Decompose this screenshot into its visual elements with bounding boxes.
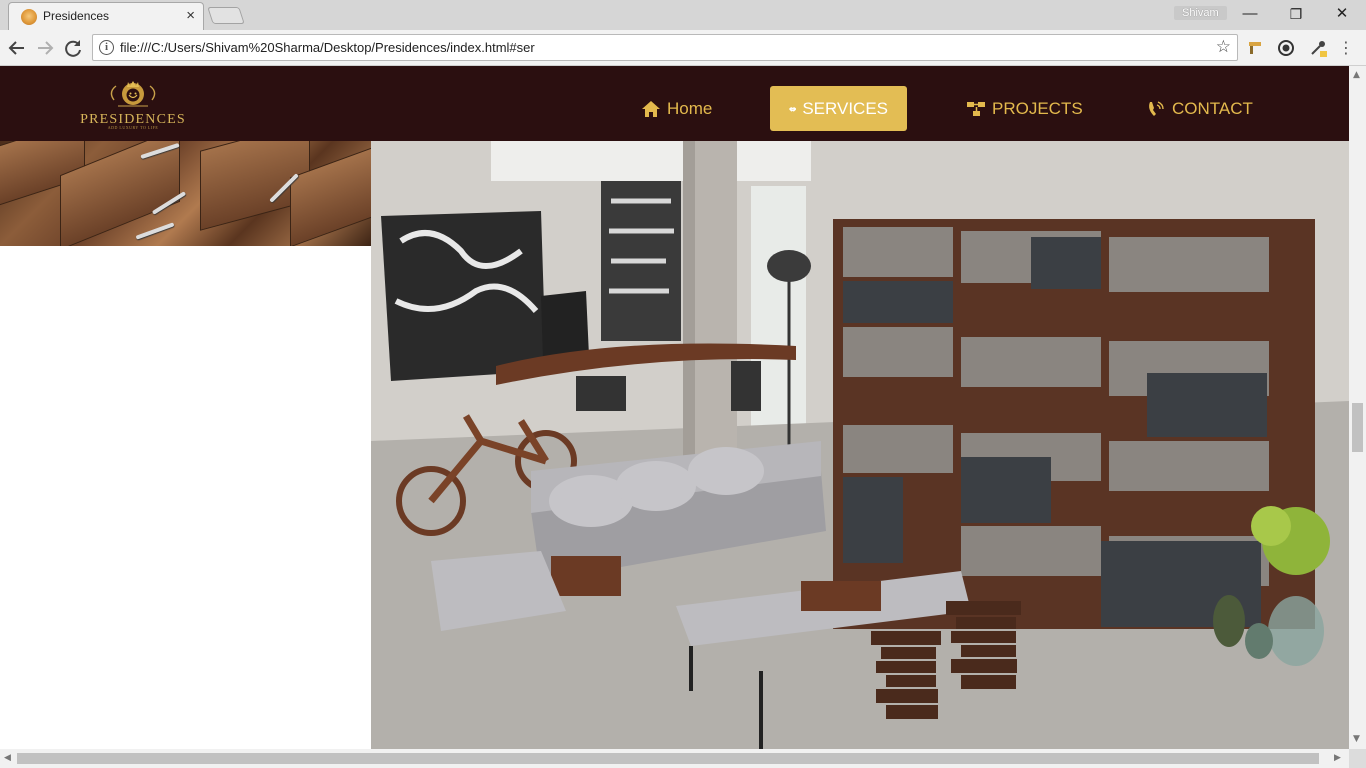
profile-button[interactable]: Shivam: [1174, 6, 1227, 20]
extension-pin-icon[interactable]: [1245, 38, 1265, 58]
sitemap-icon: [967, 101, 985, 116]
bookmark-star-icon[interactable]: ☆: [1216, 37, 1231, 57]
nav-home[interactable]: Home: [641, 86, 712, 131]
back-arrow-icon: [8, 41, 24, 55]
nav-contact-label: CONTACT: [1172, 98, 1253, 118]
horizontal-scrollbar[interactable]: ◀ ▶: [0, 749, 1349, 768]
lion-crest-icon: [110, 81, 156, 107]
close-window-button[interactable]: ✕: [1322, 3, 1362, 25]
vertical-scrollbar[interactable]: ▲ ▼: [1349, 66, 1366, 749]
horizontal-scroll-thumb[interactable]: [17, 753, 1319, 764]
tab-title: Presidences: [43, 9, 110, 23]
scrollbar-corner: [1349, 749, 1366, 768]
url-text[interactable]: file:///C:/Users/Shivam%20Sharma/Desktop…: [120, 40, 535, 55]
loft-living-room-photo: [371, 141, 1349, 749]
nav-services-label: SERVICES: [802, 98, 888, 118]
site-logo[interactable]: PRESIDENCES ADD LUXURY TO LIFE: [66, 78, 200, 130]
scroll-down-arrow-icon[interactable]: ▼: [1353, 734, 1360, 744]
back-button[interactable]: [5, 36, 29, 60]
new-tab-button[interactable]: [207, 7, 245, 24]
address-bar[interactable]: i file:///C:/Users/Shivam%20Sharma/Deskt…: [92, 34, 1238, 61]
left-column: [0, 141, 371, 749]
scroll-left-arrow-icon[interactable]: ◀: [4, 753, 11, 763]
browser-menu-icon[interactable]: ⋮: [1338, 36, 1354, 60]
nav-contact[interactable]: CONTACT: [1146, 86, 1253, 131]
logo-tagline: ADD LUXURY TO LIFE: [107, 125, 159, 130]
reload-button[interactable]: [61, 36, 85, 60]
nav-home-label: Home: [667, 98, 713, 118]
page-viewport: PRESIDENCES ADD LUXURY TO LIFE Home SERV…: [0, 66, 1349, 749]
nav-projects-label: PROJECTS: [992, 98, 1083, 118]
forward-button[interactable]: [33, 36, 57, 60]
browser-toolbar: i file:///C:/Users/Shivam%20Sharma/Deskt…: [0, 30, 1366, 66]
hero-illustration: [371, 141, 1349, 749]
site-header: PRESIDENCES ADD LUXURY TO LIFE Home SERV…: [0, 66, 1349, 141]
extension-eyedropper-icon[interactable]: [1308, 38, 1328, 58]
home-icon: [642, 100, 660, 117]
forward-arrow-icon: [38, 41, 54, 55]
tab-close-icon[interactable]: ×: [186, 7, 195, 25]
browser-tab[interactable]: Presidences ×: [8, 2, 204, 30]
scroll-right-arrow-icon[interactable]: ▶: [1334, 753, 1341, 763]
restore-button[interactable]: ❐: [1276, 3, 1316, 25]
browser-tabstrip: Presidences × Shivam — ❐ ✕: [0, 0, 1366, 30]
minimize-button[interactable]: —: [1230, 3, 1270, 25]
nav-services[interactable]: SERVICES: [770, 86, 907, 131]
vertical-scroll-thumb[interactable]: [1352, 403, 1363, 452]
favicon-icon: [21, 9, 37, 25]
reload-icon: [65, 40, 81, 57]
scroll-up-arrow-icon[interactable]: ▲: [1353, 70, 1360, 80]
wooden-drawers-photo: [0, 141, 371, 246]
phone-icon: [1149, 100, 1164, 116]
info-icon[interactable]: i: [99, 40, 114, 55]
handshake-icon: [789, 106, 796, 112]
extension-record-icon[interactable]: [1276, 38, 1296, 58]
nav-projects[interactable]: PROJECTS: [966, 86, 1083, 131]
